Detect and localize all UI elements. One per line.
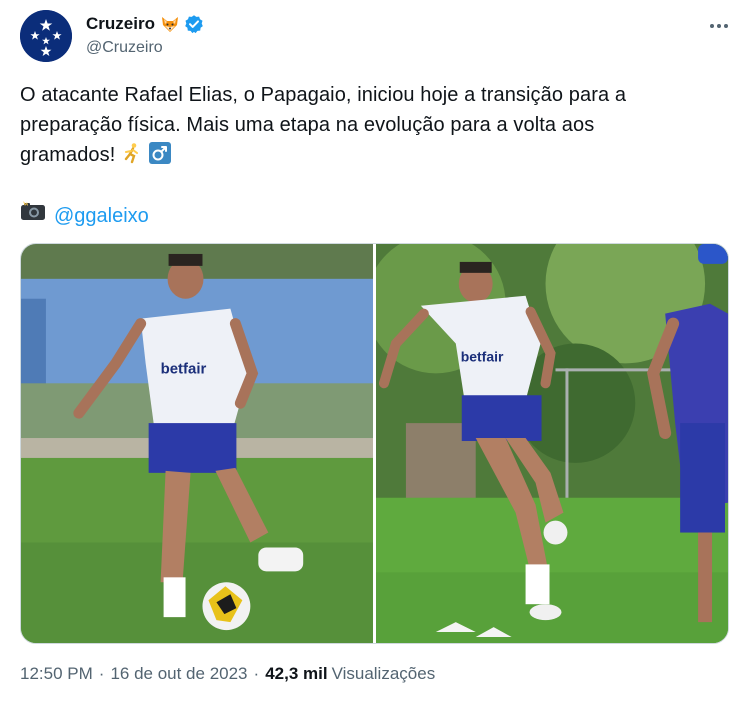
tweet-meta: 12:50 PM · 16 de out de 2023 · 42,3 mil … <box>20 664 435 684</box>
tweet-header: Cruzeiro @Cruzeiro <box>20 10 731 64</box>
views-count: 42,3 mil <box>265 664 328 683</box>
display-name[interactable]: Cruzeiro <box>86 14 155 34</box>
account-names: Cruzeiro @Cruzeiro <box>86 13 204 57</box>
verified-badge-icon[interactable] <box>184 14 204 34</box>
svg-text:betfair: betfair <box>461 348 504 364</box>
svg-text:betfair: betfair <box>161 360 207 377</box>
more-horizontal-icon[interactable] <box>707 14 731 38</box>
meta-separator: · <box>98 664 105 683</box>
tweet-text-line: gramados! <box>20 144 116 166</box>
tweet-time[interactable]: 12:50 PM <box>20 664 93 684</box>
photo-credit: @ggaleixo <box>20 200 149 231</box>
tweet-text: O atacante Rafael Elias, o Papagaio, ini… <box>20 80 720 173</box>
account-handle[interactable]: @Cruzeiro <box>86 39 204 57</box>
more-dot <box>717 24 721 28</box>
fox-face-icon <box>160 14 180 34</box>
tweet-text-line: O atacante Rafael Elias, o Papagaio, ini… <box>20 84 627 106</box>
more-dot <box>724 24 728 28</box>
media-grid: betfair betfair <box>20 243 729 644</box>
male-sign-icon <box>148 142 171 173</box>
meta-separator: · <box>253 664 260 683</box>
photo-player-running[interactable]: betfair <box>376 244 728 643</box>
tweet-date[interactable]: 16 de out de 2023 <box>110 664 247 684</box>
avatar[interactable] <box>20 10 72 62</box>
person-running-icon <box>121 142 143 173</box>
tweet-text-line-last: gramados! <box>20 140 720 173</box>
more-dot <box>710 24 714 28</box>
photo-credit-mention[interactable]: @ggaleixo <box>54 201 149 231</box>
views-label: Visualizações <box>331 664 436 683</box>
photo-player-with-ball[interactable]: betfair <box>21 244 373 643</box>
cruzeiro-stars-logo-icon <box>20 10 72 62</box>
tweet-card: Cruzeiro @Cruzeiro O atacante Rafael Eli… <box>0 0 751 710</box>
tweet-text-line: preparação física. Mais uma etapa na evo… <box>20 114 595 136</box>
camera-flash-icon <box>20 200 46 231</box>
display-name-row: Cruzeiro <box>86 13 204 35</box>
